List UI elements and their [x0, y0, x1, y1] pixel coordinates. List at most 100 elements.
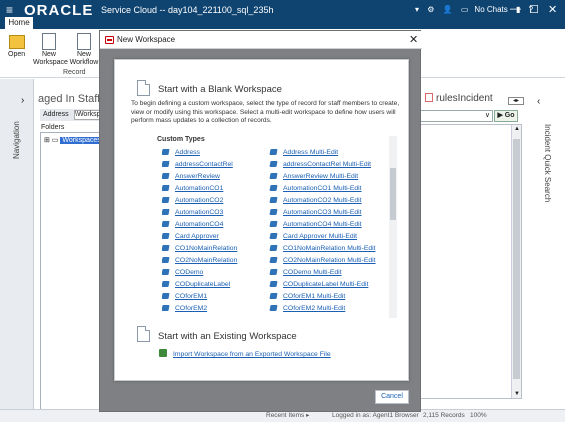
custom-type-label: AutomationCO2 Multi-Edit	[283, 197, 362, 204]
custom-type-item[interactable]: AutomationCO1 Multi-Edit	[269, 184, 362, 194]
object-icon	[269, 221, 278, 227]
rules-incident-tab[interactable]: rulesIncident	[425, 93, 493, 104]
custom-type-item[interactable]: addressContactRel	[162, 160, 233, 170]
custom-type-label: COforEM2	[175, 305, 208, 312]
object-icon	[162, 209, 170, 215]
custom-type-item[interactable]: Card Approver Multi-Edit	[269, 232, 357, 242]
app-titlebar: ≡ ORACLE Service Cloud -- day104_221100_…	[0, 0, 565, 22]
custom-type-item[interactable]: CODuplicateLabel Multi-Edit	[269, 280, 369, 290]
object-icon	[162, 173, 170, 179]
custom-types-label: Custom Types	[157, 136, 205, 143]
expand-nav-icon[interactable]: ›	[21, 95, 24, 106]
custom-type-item[interactable]: CO1NoMainRelation	[162, 244, 237, 254]
zoom-level: 100%	[470, 412, 487, 419]
settings-icon[interactable]: ⚙	[427, 5, 434, 14]
report-icon	[425, 93, 433, 102]
user-icon[interactable]: 👤	[443, 5, 453, 14]
minimize-button[interactable]: —	[510, 3, 521, 15]
object-icon	[162, 221, 170, 227]
dropdown-arrow-icon[interactable]: ▾	[415, 5, 419, 14]
tree-node-workspaces[interactable]: ⊞ ▭ Workspaces	[44, 136, 103, 144]
new-workflow-label: New Workflow	[69, 51, 99, 66]
custom-type-label: Address Multi-Edit	[283, 149, 339, 156]
custom-type-item[interactable]: COforEM1 Multi-Edit	[269, 292, 346, 302]
scroll-up-icon[interactable]: ▲	[514, 126, 520, 132]
custom-type-item[interactable]: CODuplicateLabel	[162, 280, 230, 290]
folder-tree: ⊞ ▭ Workspaces	[40, 132, 103, 410]
custom-type-item[interactable]: COforEM1	[162, 292, 207, 302]
new-workspace-button[interactable]: New Workspace	[33, 33, 68, 67]
oracle-app-icon	[105, 36, 114, 44]
object-icon	[269, 293, 278, 299]
scroll-thumb[interactable]	[513, 139, 520, 379]
custom-type-item[interactable]: AutomationCO2	[162, 196, 223, 206]
menu-icon[interactable]: ≡	[6, 3, 13, 17]
go-button[interactable]: ▶ Go	[494, 110, 518, 122]
cancel-button[interactable]: Cancel	[375, 390, 409, 404]
custom-type-item[interactable]: addressContactRel Multi-Edit	[269, 160, 371, 170]
custom-type-label: Address	[175, 149, 200, 156]
custom-type-item[interactable]: Card Approver	[162, 232, 219, 242]
custom-type-item[interactable]: AutomationCO2 Multi-Edit	[269, 196, 362, 206]
navigation-label[interactable]: Navigation	[12, 121, 21, 159]
custom-type-label: AutomationCO2	[175, 197, 224, 204]
custom-type-item[interactable]: Address Multi-Edit	[269, 148, 339, 158]
custom-type-item[interactable]: AutomationCO4	[162, 220, 223, 230]
results-scrollbar[interactable]: ▲ ▼	[511, 125, 521, 398]
custom-type-item[interactable]: COforEM2 Multi-Edit	[269, 304, 345, 314]
collapse-right-icon[interactable]: ‹	[537, 96, 540, 107]
custom-type-item[interactable]: CODemo Multi-Edit	[269, 268, 342, 278]
search-dropdown[interactable]: ∨	[420, 110, 493, 122]
custom-type-item[interactable]: CO2NoMainRelation	[162, 256, 237, 266]
custom-type-label: CODuplicateLabel	[175, 281, 231, 288]
scroll-thumb[interactable]	[390, 168, 396, 220]
custom-type-item[interactable]: CO1NoMainRelation Multi-Edit	[269, 244, 376, 254]
scroll-down-icon[interactable]: ▼	[514, 391, 520, 397]
object-icon	[162, 233, 170, 239]
custom-type-item[interactable]: AutomationCO3 Multi-Edit	[269, 208, 362, 218]
incident-quick-search-label[interactable]: Incident Quick Search	[543, 124, 552, 202]
custom-type-item[interactable]: CO2NoMainRelation Multi-Edit	[269, 256, 376, 266]
custom-type-item[interactable]: COforEM2	[162, 304, 207, 314]
custom-type-label: AnswerReview	[175, 173, 220, 180]
object-icon	[162, 305, 170, 311]
folders-label: Folders	[41, 124, 65, 131]
custom-type-label: CODuplicateLabel Multi-Edit	[283, 281, 369, 288]
new-workflow-button[interactable]: New Workflow	[68, 33, 100, 67]
tree-node-label: Workspaces	[60, 137, 103, 144]
open-label: Open	[8, 51, 26, 58]
custom-type-item[interactable]: Address	[162, 148, 200, 158]
object-icon	[162, 269, 170, 275]
custom-type-label: CO1NoMainRelation	[175, 245, 238, 252]
document-icon	[137, 80, 150, 96]
tab-home[interactable]: Home	[5, 17, 33, 29]
object-icon	[269, 197, 278, 203]
paging-control[interactable]: ◂▸	[508, 97, 524, 105]
object-icon	[162, 281, 170, 287]
blank-workspace-heading: Start with a Blank Workspace	[158, 84, 282, 95]
custom-type-item[interactable]: AnswerReview Multi-Edit	[269, 172, 359, 182]
dialog-title: New Workspace	[117, 35, 176, 44]
custom-types-list: Address addressContactRel AnswerReview Auto…	[162, 148, 387, 318]
oracle-logo: ORACLE	[24, 2, 94, 19]
custom-type-item[interactable]: AnswerReview	[162, 172, 220, 182]
custom-type-label: COforEM1 Multi-Edit	[283, 293, 346, 300]
object-icon	[269, 245, 278, 251]
custom-type-item[interactable]: AutomationCO4 Multi-Edit	[269, 220, 362, 230]
import-workspace-link[interactable]: Import Workspace from an Exported Worksp…	[159, 349, 331, 358]
close-window-button[interactable]: ✕	[548, 3, 557, 16]
go-icon: ▶	[497, 112, 503, 119]
maximize-button[interactable]: ☐	[529, 3, 539, 16]
object-icon	[269, 173, 278, 179]
chat-icon[interactable]: ▭	[461, 5, 469, 14]
close-icon[interactable]: ✕	[409, 33, 418, 46]
custom-types-scrollbar[interactable]	[389, 136, 397, 318]
open-button[interactable]: Open	[8, 33, 25, 59]
new-workflow-icon	[77, 33, 91, 50]
custom-type-item[interactable]: CODemo	[162, 268, 203, 278]
object-icon	[269, 305, 278, 311]
open-folder-icon	[8, 35, 25, 49]
custom-type-label: AnswerReview Multi-Edit	[283, 173, 359, 180]
custom-type-item[interactable]: AutomationCO1	[162, 184, 223, 194]
custom-type-item[interactable]: AutomationCO3	[162, 208, 223, 218]
